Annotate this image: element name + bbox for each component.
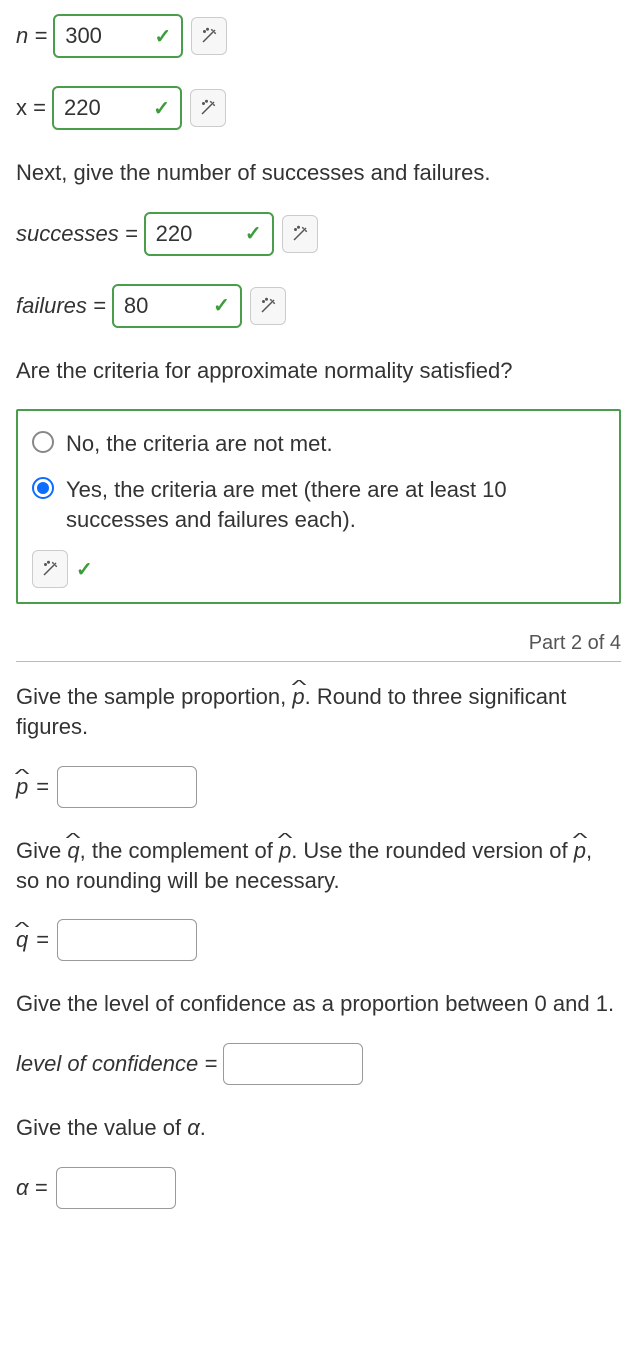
tool-button[interactable]: [190, 89, 226, 127]
confidence-input[interactable]: [223, 1043, 363, 1085]
wand-icon: [199, 99, 217, 117]
alpha-input[interactable]: [56, 1167, 176, 1209]
failures-input[interactable]: 80 ✓: [112, 284, 242, 328]
failures-value: 80: [124, 293, 213, 319]
prompt-qhat: Give q, the complement of p. Use the rou…: [16, 836, 621, 895]
wand-icon: [291, 225, 309, 243]
successes-value: 220: [156, 221, 245, 247]
check-icon: ✓: [76, 557, 93, 582]
phat-symbol: p: [292, 682, 304, 712]
prompt-alpha: Give the value of α.: [16, 1113, 621, 1143]
choice-yes-text: Yes, the criteria are met (there are at …: [66, 475, 605, 534]
part-label: Part 2 of 4: [16, 632, 621, 662]
n-value: 300: [65, 23, 154, 49]
alpha-symbol: α: [187, 1115, 200, 1140]
radio-icon-selected: [32, 477, 54, 499]
prompt-confidence: Give the level of confidence as a propor…: [16, 989, 621, 1019]
x-input[interactable]: 220 ✓: [52, 86, 182, 130]
choice-no[interactable]: No, the criteria are not met.: [32, 429, 605, 459]
alpha-label: α =: [16, 1175, 48, 1201]
check-icon: ✓: [154, 24, 171, 49]
phat-input[interactable]: [57, 766, 197, 808]
failures-label: failures =: [16, 293, 106, 319]
prompt-phat: Give the sample proportion, p. Round to …: [16, 682, 621, 741]
equals: =: [36, 774, 49, 800]
n-input[interactable]: 300 ✓: [53, 14, 183, 58]
qhat-input[interactable]: [57, 919, 197, 961]
wand-icon: [259, 297, 277, 315]
phat-symbol: p: [279, 836, 291, 866]
equals: =: [36, 927, 49, 953]
successes-input[interactable]: 220 ✓: [144, 212, 274, 256]
successes-label: successes =: [16, 221, 138, 247]
confidence-label: level of confidence =: [16, 1051, 217, 1077]
tool-button[interactable]: [282, 215, 318, 253]
radio-icon: [32, 431, 54, 453]
choice-yes[interactable]: Yes, the criteria are met (there are at …: [32, 475, 605, 534]
n-label: n =: [16, 23, 47, 49]
x-value: 220: [64, 95, 153, 121]
choice-group: No, the criteria are not met. Yes, the c…: [16, 409, 621, 604]
qhat-symbol: q: [67, 836, 79, 866]
choice-no-text: No, the criteria are not met.: [66, 429, 605, 459]
check-icon: ✓: [213, 293, 230, 318]
phat-label: p: [16, 774, 28, 800]
qhat-label: q: [16, 927, 28, 953]
wand-icon: [41, 560, 59, 578]
x-label: x =: [16, 95, 46, 121]
tool-button[interactable]: [191, 17, 227, 55]
prompt-normality: Are the criteria for approximate normali…: [16, 356, 621, 386]
wand-icon: [200, 27, 218, 45]
tool-button[interactable]: [250, 287, 286, 325]
prompt-successes-failures: Next, give the number of successes and f…: [16, 158, 621, 188]
check-icon: ✓: [153, 96, 170, 121]
check-icon: ✓: [245, 221, 262, 246]
tool-button[interactable]: [32, 550, 68, 588]
phat-symbol: p: [574, 836, 586, 866]
